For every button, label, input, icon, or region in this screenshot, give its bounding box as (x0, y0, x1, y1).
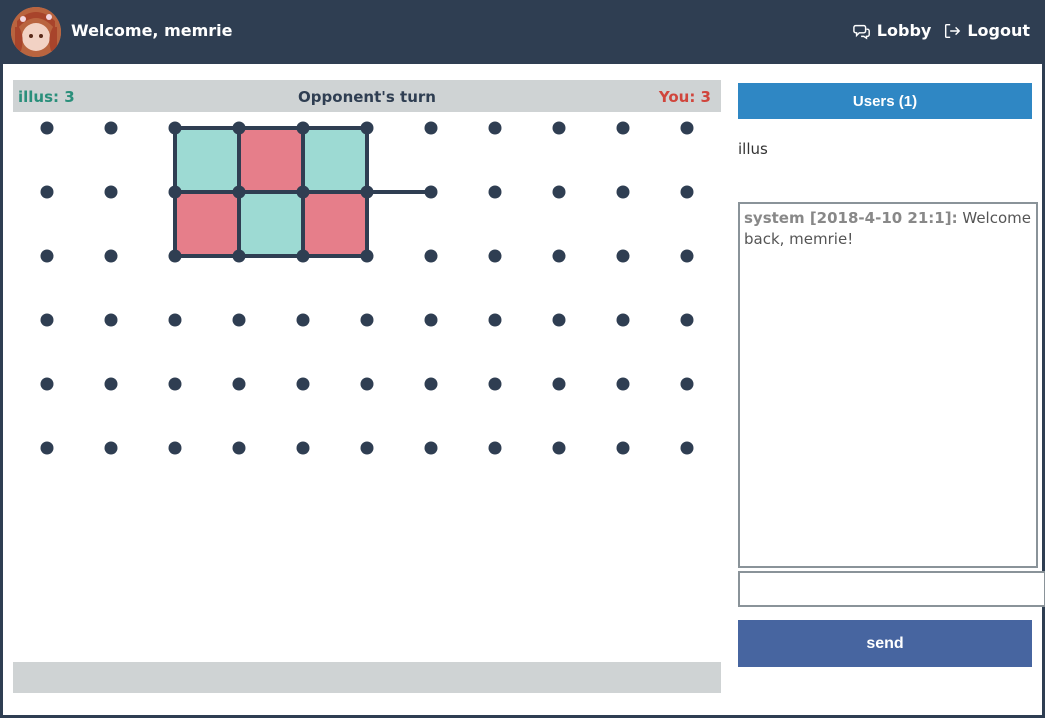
user-list: illus (738, 140, 768, 158)
grid-dot[interactable] (424, 121, 438, 135)
grid-dot[interactable] (424, 441, 438, 455)
grid-dot[interactable] (40, 121, 54, 135)
nav-links: Lobby Logout (852, 21, 1030, 40)
grid-dot[interactable] (488, 441, 502, 455)
grid-dot[interactable] (680, 121, 694, 135)
logout-label: Logout (967, 21, 1030, 40)
grid-dot[interactable] (40, 249, 54, 263)
users-button[interactable]: Users (1) (738, 83, 1032, 119)
grid-dot[interactable] (168, 441, 182, 455)
grid-dot[interactable] (616, 249, 630, 263)
grid-dot[interactable] (488, 377, 502, 391)
grid-dot[interactable] (232, 121, 246, 135)
bottom-bar (13, 662, 721, 693)
grid-dot[interactable] (168, 313, 182, 327)
grid-dot[interactable] (360, 249, 374, 263)
grid-dot[interactable] (552, 377, 566, 391)
captured-box-player (239, 128, 303, 192)
grid-dot[interactable] (552, 249, 566, 263)
chat-log[interactable]: system [2018-4-10 21:1]: Welcome back, m… (738, 202, 1038, 568)
chat-author: system [2018-4-10 21:1]: (744, 209, 958, 227)
grid-dot[interactable] (168, 121, 182, 135)
grid-dot[interactable] (488, 121, 502, 135)
grid-dot[interactable] (552, 121, 566, 135)
grid-dot[interactable] (552, 441, 566, 455)
grid-dot[interactable] (296, 377, 310, 391)
grid-dot[interactable] (104, 377, 118, 391)
grid-dot[interactable] (168, 377, 182, 391)
chat-message: system [2018-4-10 21:1]: Welcome back, m… (744, 208, 1032, 250)
send-button[interactable]: send (738, 620, 1032, 667)
captured-box-opponent (303, 128, 367, 192)
captured-box-opponent (175, 128, 239, 192)
grid-dot[interactable] (104, 441, 118, 455)
grid-dot[interactable] (232, 249, 246, 263)
grid-dot[interactable] (40, 377, 54, 391)
grid-dot[interactable] (488, 249, 502, 263)
grid-dot[interactable] (616, 121, 630, 135)
grid-dot[interactable] (168, 185, 182, 199)
grid-dot[interactable] (232, 377, 246, 391)
grid-dot[interactable] (616, 185, 630, 199)
grid-dot[interactable] (424, 313, 438, 327)
grid-dot[interactable] (40, 441, 54, 455)
grid-dot[interactable] (296, 441, 310, 455)
grid-dot[interactable] (360, 121, 374, 135)
chat-input[interactable] (738, 571, 1045, 607)
grid-dot[interactable] (488, 313, 502, 327)
user-list-item[interactable]: illus (738, 140, 768, 158)
grid-dot[interactable] (232, 185, 246, 199)
grid-dot[interactable] (616, 377, 630, 391)
grid-dot[interactable] (360, 377, 374, 391)
grid-dot[interactable] (680, 441, 694, 455)
grid-dot[interactable] (296, 313, 310, 327)
grid-dot[interactable] (488, 185, 502, 199)
grid-dot[interactable] (616, 441, 630, 455)
grid-dot[interactable] (40, 313, 54, 327)
grid-dot[interactable] (360, 313, 374, 327)
grid-dot[interactable] (424, 377, 438, 391)
grid-dot[interactable] (104, 121, 118, 135)
grid-dot[interactable] (680, 377, 694, 391)
grid-dot[interactable] (680, 313, 694, 327)
grid-dot[interactable] (680, 185, 694, 199)
grid-dot[interactable] (40, 185, 54, 199)
captured-box-player (303, 192, 367, 256)
grid-dot[interactable] (104, 313, 118, 327)
grid-dot[interactable] (360, 441, 374, 455)
grid-dot[interactable] (104, 185, 118, 199)
lobby-label: Lobby (876, 21, 932, 40)
grid-dot[interactable] (296, 249, 310, 263)
grid-dot[interactable] (360, 185, 374, 199)
lobby-link[interactable]: Lobby (852, 21, 932, 40)
grid-dot[interactable] (168, 249, 182, 263)
grid-dot[interactable] (232, 313, 246, 327)
grid-dot[interactable] (552, 313, 566, 327)
grid-dot[interactable] (424, 185, 438, 199)
game-board[interactable] (3, 0, 733, 480)
grid-dot[interactable] (232, 441, 246, 455)
logout-icon (945, 23, 961, 38)
grid-dot[interactable] (424, 249, 438, 263)
chat-bubbles-icon (852, 24, 870, 40)
grid-dot[interactable] (296, 121, 310, 135)
grid-dot[interactable] (296, 185, 310, 199)
captured-box-opponent (239, 192, 303, 256)
grid-dot[interactable] (552, 185, 566, 199)
captured-box-player (175, 192, 239, 256)
grid-dot[interactable] (680, 249, 694, 263)
grid-dot[interactable] (616, 313, 630, 327)
logout-link[interactable]: Logout (943, 21, 1030, 40)
grid-dot[interactable] (104, 249, 118, 263)
app-frame: Welcome, memrie Lobby Logout illus: 3 Op… (0, 0, 1045, 718)
